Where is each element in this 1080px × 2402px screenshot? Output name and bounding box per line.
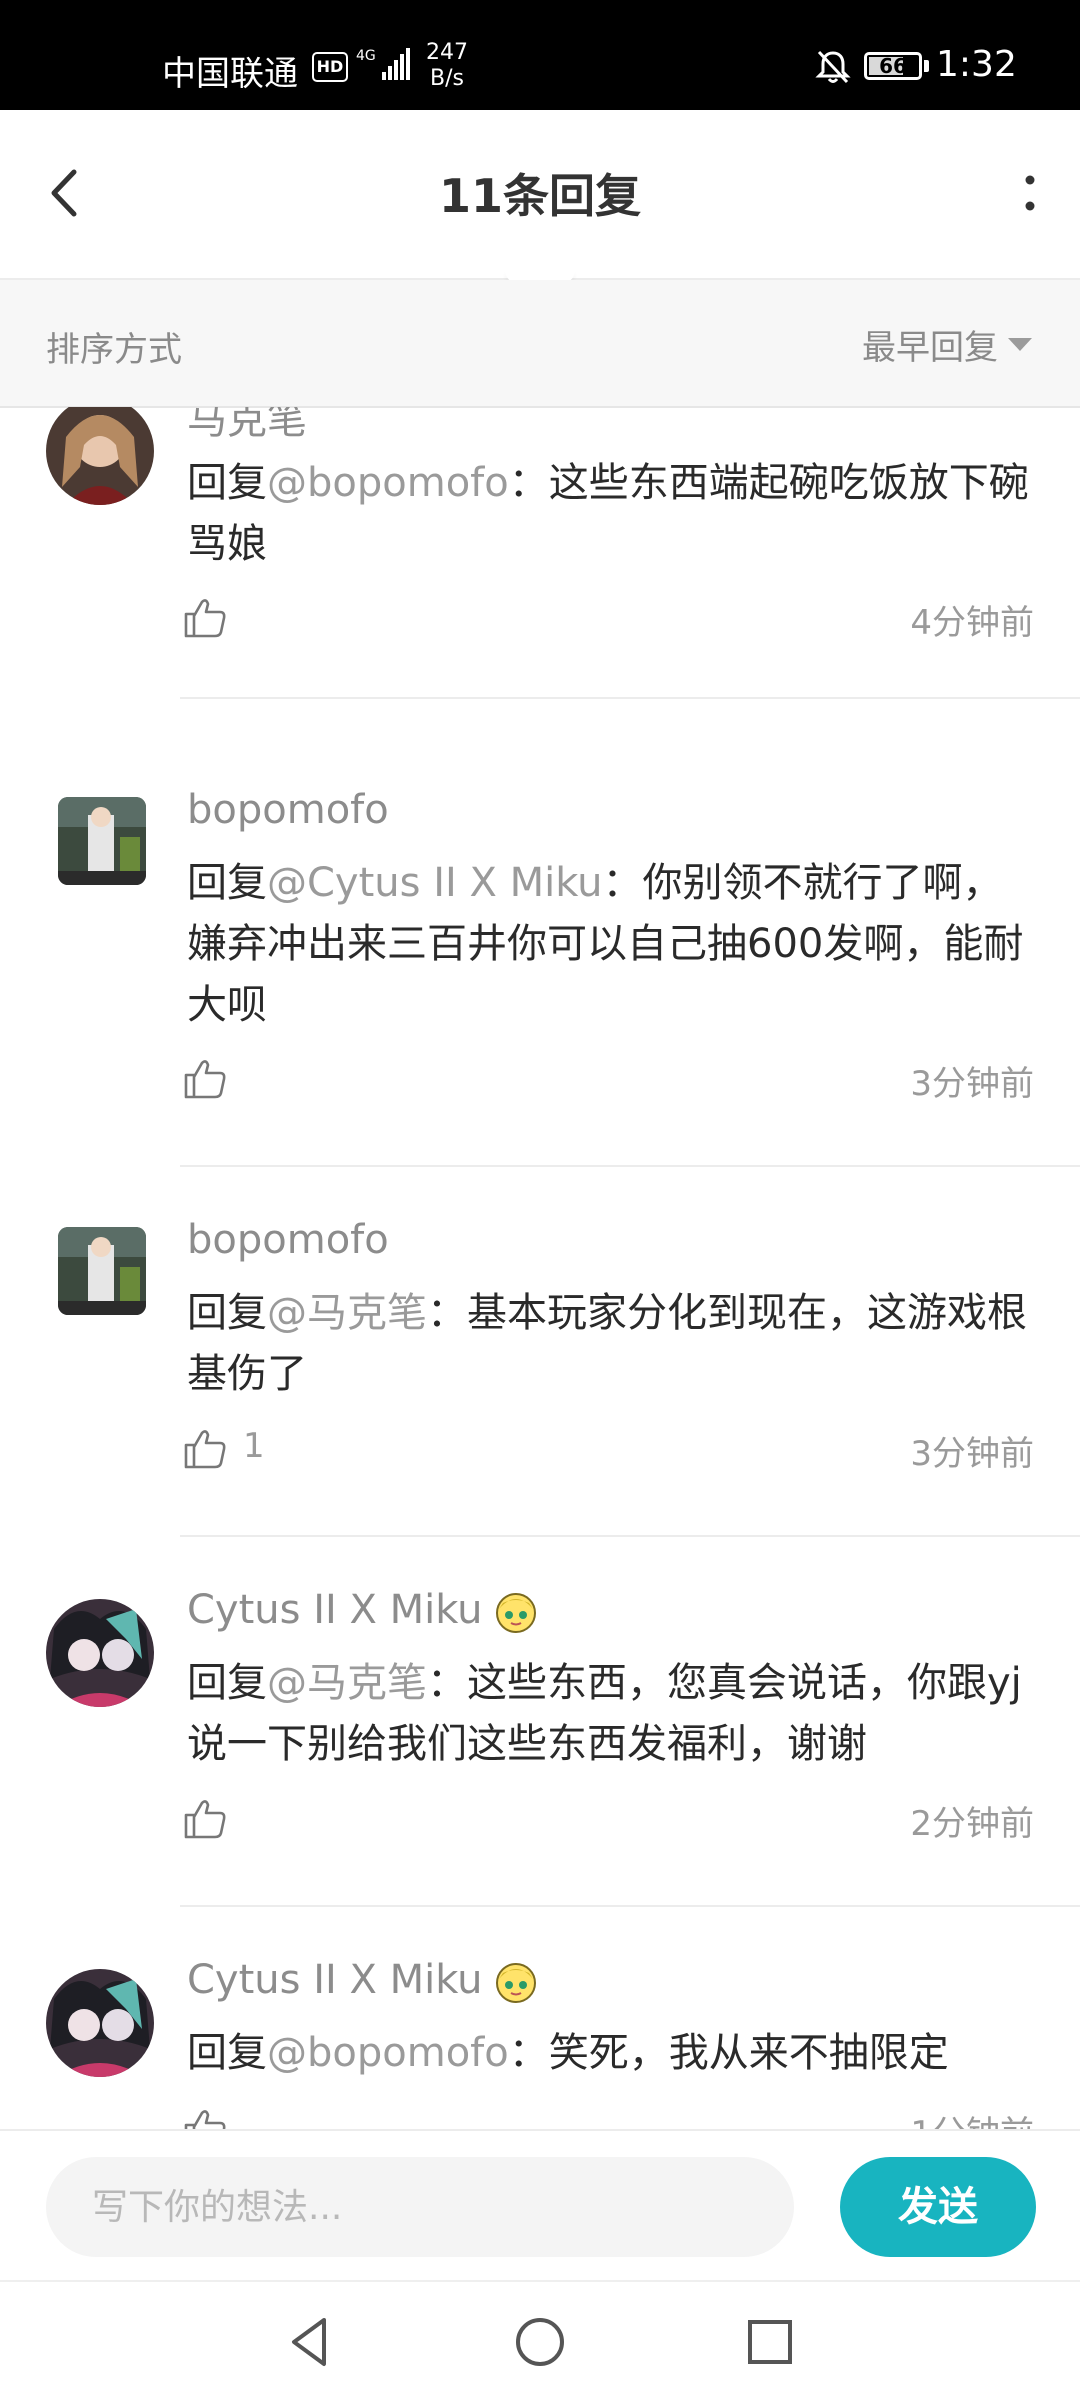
avatar[interactable] [58, 1227, 146, 1315]
sort-label: 排序方式 [46, 330, 182, 370]
clock: 1:32 [936, 44, 1017, 85]
nav-back-icon[interactable] [280, 2312, 340, 2372]
reply-prefix: 回复 [187, 2030, 267, 2076]
comment-time: 3分钟前 [910, 1434, 1034, 1474]
page-header: 11条回复 [0, 110, 1080, 280]
comment-body: ：笑死，我从来不抽限定 [508, 2030, 949, 2076]
comment-text: 回复@bopomofo：这些东西端起碗吃饭放下碗骂娘 [187, 453, 1037, 575]
sort-dropdown[interactable]: 最早回复 [862, 320, 1032, 369]
sort-selected-value: 最早回复 [862, 328, 998, 368]
like-count: 1 [243, 1426, 265, 1466]
mention-link[interactable]: @马克笔 [267, 1660, 427, 1706]
list-item: bopomofo 回复@Cytus II X Miku：你别领不就行了啊，嫌弃冲… [0, 737, 1080, 1167]
thumbs-up-icon[interactable] [182, 1795, 228, 1841]
avatar[interactable] [58, 797, 146, 885]
sort-bar: 排序方式 最早回复 [0, 280, 1080, 408]
network-speed: 247 B/s [426, 40, 468, 92]
thumbs-up-icon[interactable] [182, 1055, 228, 1101]
thumbs-up-icon[interactable] [182, 2105, 228, 2129]
comment-username[interactable]: Cytus II X Miku [187, 1957, 539, 2005]
comment-time: 1分钟前 [910, 2106, 1034, 2129]
avatar[interactable] [46, 1599, 154, 1707]
avatar[interactable] [46, 407, 154, 505]
comment-text: 回复@Cytus II X Miku：你别领不就行了啊，嫌弃冲出来三百井你可以自… [187, 853, 1037, 1036]
comment-username[interactable]: Cytus II X Miku [187, 1587, 539, 1635]
hd-icon: HD [312, 52, 348, 82]
list-item: bopomofo 回复@马克笔：基本玩家分化到现在，这游戏根基伤了 1 3分钟前 [0, 1167, 1080, 1537]
miku-badge-icon [495, 1593, 536, 1633]
comment-text: 回复@马克笔：这些东西，您真会说话，你跟yj说一下别给我们这些东西发福利，谢谢 [187, 1653, 1037, 1775]
username-text: Cytus II X Miku [187, 1587, 483, 1633]
comment-username[interactable]: bopomofo [187, 787, 389, 833]
signal-icon [382, 48, 410, 80]
miku-badge-icon [495, 1963, 536, 2003]
reply-prefix: 回复 [187, 1290, 267, 1336]
more-vertical-icon[interactable] [1004, 158, 1056, 228]
mention-link[interactable]: @bopomofo [267, 2030, 509, 2076]
battery-tip [924, 60, 929, 72]
speed-unit: B/s [430, 66, 464, 91]
chevron-down-icon [1008, 338, 1032, 351]
nav-home-icon[interactable] [510, 2312, 570, 2372]
comment-time: 4分钟前 [910, 603, 1034, 643]
thumbs-up-icon[interactable] [182, 594, 228, 640]
comment-text: 回复@bopomofo：笑死，我从来不抽限定 [187, 2023, 1037, 2084]
reply-list[interactable]: 马克笔 回复@bopomofo：这些东西端起碗吃饭放下碗骂娘 4分钟前 bopo… [0, 407, 1080, 2129]
speed-value: 247 [426, 40, 468, 65]
reply-input[interactable] [46, 2157, 794, 2257]
comment-username[interactable]: 马克笔 [187, 407, 307, 445]
mention-link[interactable]: @Cytus II X Miku [267, 860, 603, 906]
page-title: 11条回复 [438, 169, 641, 223]
comment-username[interactable]: bopomofo [187, 1217, 389, 1263]
list-item: Cytus II X Miku 回复@bopomofo：笑死，我从来不抽限定 1… [0, 1907, 1080, 2129]
reply-input-bar: 发送 [0, 2129, 1080, 2281]
username-text: Cytus II X Miku [187, 1957, 483, 2003]
battery-level: 66 [879, 54, 907, 78]
reply-prefix: 回复 [187, 1660, 267, 1706]
reply-prefix: 回复 [187, 460, 267, 506]
avatar[interactable] [46, 1969, 154, 2077]
reply-prefix: 回复 [187, 860, 267, 906]
mention-link[interactable]: @马克笔 [267, 1290, 427, 1336]
divider [180, 697, 1080, 699]
battery-icon: 66 [864, 52, 922, 80]
mention-link[interactable]: @bopomofo [267, 460, 509, 506]
status-bar: 中国联通 HD 4G 247 B/s 66 1:32 [0, 0, 1080, 110]
comment-time: 2分钟前 [910, 1804, 1034, 1844]
nav-recents-icon[interactable] [740, 2312, 800, 2372]
carrier-label: 中国联通 [162, 54, 298, 94]
comment-time: 3分钟前 [910, 1064, 1034, 1104]
list-item: Cytus II X Miku 回复@马克笔：这些东西，您真会说话，你跟yj说一… [0, 1537, 1080, 1907]
bell-off-icon [815, 50, 851, 84]
send-button[interactable]: 发送 [840, 2157, 1036, 2257]
comment-text: 回复@马克笔：基本玩家分化到现在，这游戏根基伤了 [187, 1283, 1037, 1405]
system-nav-bar [0, 2280, 1080, 2402]
thumbs-up-icon[interactable] [182, 1425, 228, 1471]
